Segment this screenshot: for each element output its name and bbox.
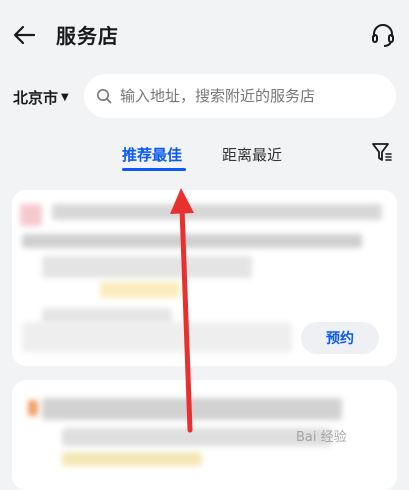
caret-down-icon: ▼ <box>61 92 69 103</box>
headset-icon[interactable] <box>370 22 396 48</box>
book-button[interactable]: 预约 <box>301 322 379 354</box>
tab-recommend-best[interactable]: 推荐最佳 <box>122 144 182 165</box>
header: 服务店 <box>0 0 409 70</box>
tab-nearest[interactable]: 距离最近 <box>222 144 282 165</box>
search-bar[interactable] <box>84 74 396 118</box>
store-logo-blurred <box>20 204 42 226</box>
service-store-card[interactable]: 预约 <box>12 190 397 366</box>
store-name-blurred <box>42 398 342 420</box>
search-icon <box>97 89 112 104</box>
tab-bar: 推荐最佳 距离最近 <box>0 140 409 172</box>
arrow-left-icon[interactable] <box>12 22 38 48</box>
store-address-blurred <box>22 234 362 248</box>
store-logo-blurred <box>28 400 38 416</box>
store-name-blurred <box>52 204 382 220</box>
city-label: 北京市 <box>13 89 59 107</box>
active-tab-indicator <box>122 168 186 171</box>
store-hours-blurred <box>22 322 292 352</box>
store-info-blurred <box>42 256 252 278</box>
store-rating-blurred <box>62 452 202 466</box>
watermark: Bai 经验 <box>296 430 347 445</box>
city-selector[interactable]: 北京市 ▼ <box>13 87 69 108</box>
store-tag-blurred <box>100 282 180 298</box>
filter-icon[interactable] <box>370 140 394 164</box>
store-address-blurred <box>62 428 332 446</box>
search-input[interactable] <box>120 87 370 105</box>
page-title: 服务店 <box>56 24 119 48</box>
